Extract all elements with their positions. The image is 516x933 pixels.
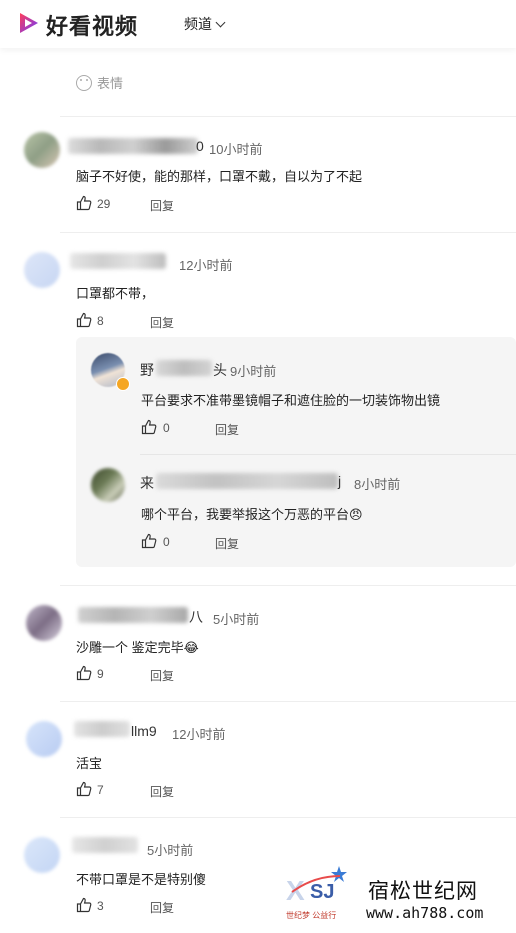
username-suffix: j <box>338 473 342 489</box>
like-count: 29 <box>97 197 111 211</box>
avatar[interactable] <box>91 468 125 502</box>
comment-time: 12小时前 <box>172 727 226 742</box>
username-suffix: llm9 <box>131 723 157 739</box>
comment-text: 活宝 <box>76 756 103 771</box>
reply-button[interactable]: 回复 <box>215 535 239 552</box>
comment-text: 不带口罩是不是特别傻 <box>76 872 207 887</box>
svg-text:SJ: SJ <box>310 881 334 903</box>
replies-container: 野 头 9小时前 平台要求不准带墨镜帽子和遮住脸的一切装饰物出镜 0 回复 来 … <box>76 337 516 567</box>
reply-text: 哪个平台，我要举报这个万恶的平台😠 <box>141 507 363 522</box>
username-suffix: 0 <box>196 138 204 154</box>
reply-button[interactable]: 回复 <box>215 421 239 438</box>
username-blurred[interactable] <box>156 473 338 489</box>
divider <box>60 232 516 233</box>
divider <box>60 701 516 702</box>
username-blurred[interactable] <box>70 253 166 269</box>
comment-time: 10小时前 <box>209 142 263 157</box>
emoji-button[interactable]: 表情 <box>76 73 123 92</box>
username-blurred[interactable] <box>74 721 130 737</box>
thumbs-up-icon[interactable] <box>141 419 157 435</box>
thumbs-up-icon[interactable] <box>76 897 92 913</box>
like-count: 3 <box>97 899 104 913</box>
thumbs-up-icon[interactable] <box>141 533 157 549</box>
avatar[interactable] <box>24 252 60 288</box>
username-prefix: 野 <box>140 362 154 378</box>
avatar[interactable] <box>26 605 62 641</box>
thumbs-up-icon[interactable] <box>76 781 92 797</box>
avatar[interactable] <box>24 837 60 873</box>
like-count: 8 <box>97 314 104 328</box>
username-blurred[interactable] <box>72 837 138 853</box>
haokan-logo-icon[interactable] <box>18 11 40 35</box>
username-blurred[interactable] <box>78 607 188 623</box>
comment-text: 脑子不好使，能的那样，口罩不戴，自以为了不起 <box>76 169 363 184</box>
thumbs-up-icon[interactable] <box>76 195 92 211</box>
thumbs-up-icon[interactable] <box>76 665 92 681</box>
comment-text: 沙雕一个 鉴定完毕😂 <box>76 640 199 655</box>
username-suffix: 头 <box>213 362 227 378</box>
reply-time: 9小时前 <box>230 364 277 379</box>
comment-text: 口罩都不带， <box>76 286 155 301</box>
chevron-down-icon <box>215 17 226 28</box>
watermark-title: 宿松世纪网 <box>368 880 478 903</box>
divider <box>60 817 516 818</box>
reply-time: 8小时前 <box>354 477 401 492</box>
reply-button[interactable]: 回复 <box>150 667 174 684</box>
smile-icon <box>76 75 92 91</box>
username-blurred[interactable] <box>68 138 198 154</box>
watermark-url: www.ah788.com <box>366 904 484 922</box>
divider <box>60 585 516 586</box>
emoji-label: 表情 <box>97 76 124 91</box>
like-count: 7 <box>97 783 104 797</box>
verified-badge-icon <box>116 377 130 391</box>
comment-time: 12小时前 <box>179 258 233 273</box>
reply-text: 平台要求不准带墨镜帽子和遮住脸的一切装饰物出镜 <box>141 393 441 408</box>
username-blurred[interactable] <box>156 360 212 376</box>
channel-label: 频道 <box>184 16 212 32</box>
avatar[interactable] <box>26 721 62 757</box>
divider <box>140 454 516 455</box>
top-header: 好看视频 频道 <box>0 0 516 48</box>
thumbs-up-icon[interactable] <box>76 312 92 328</box>
watermark-subtitle: 世纪梦 公益行 <box>286 911 337 920</box>
reply-button[interactable]: 回复 <box>150 314 174 331</box>
avatar[interactable] <box>24 132 60 168</box>
like-count: 0 <box>163 421 170 435</box>
username-prefix: 来 <box>140 475 154 491</box>
like-count: 9 <box>97 667 104 681</box>
channel-dropdown[interactable]: 频道 <box>184 14 226 34</box>
reply-button[interactable]: 回复 <box>150 899 174 916</box>
reply-button[interactable]: 回复 <box>150 197 174 214</box>
divider <box>60 116 516 117</box>
like-count: 0 <box>163 535 170 549</box>
brand-name[interactable]: 好看视频 <box>46 9 138 41</box>
comment-time: 5小时前 <box>213 612 260 627</box>
username-suffix: 八 <box>189 609 203 625</box>
reply-button[interactable]: 回复 <box>150 783 174 800</box>
comment-time: 5小时前 <box>147 843 194 858</box>
